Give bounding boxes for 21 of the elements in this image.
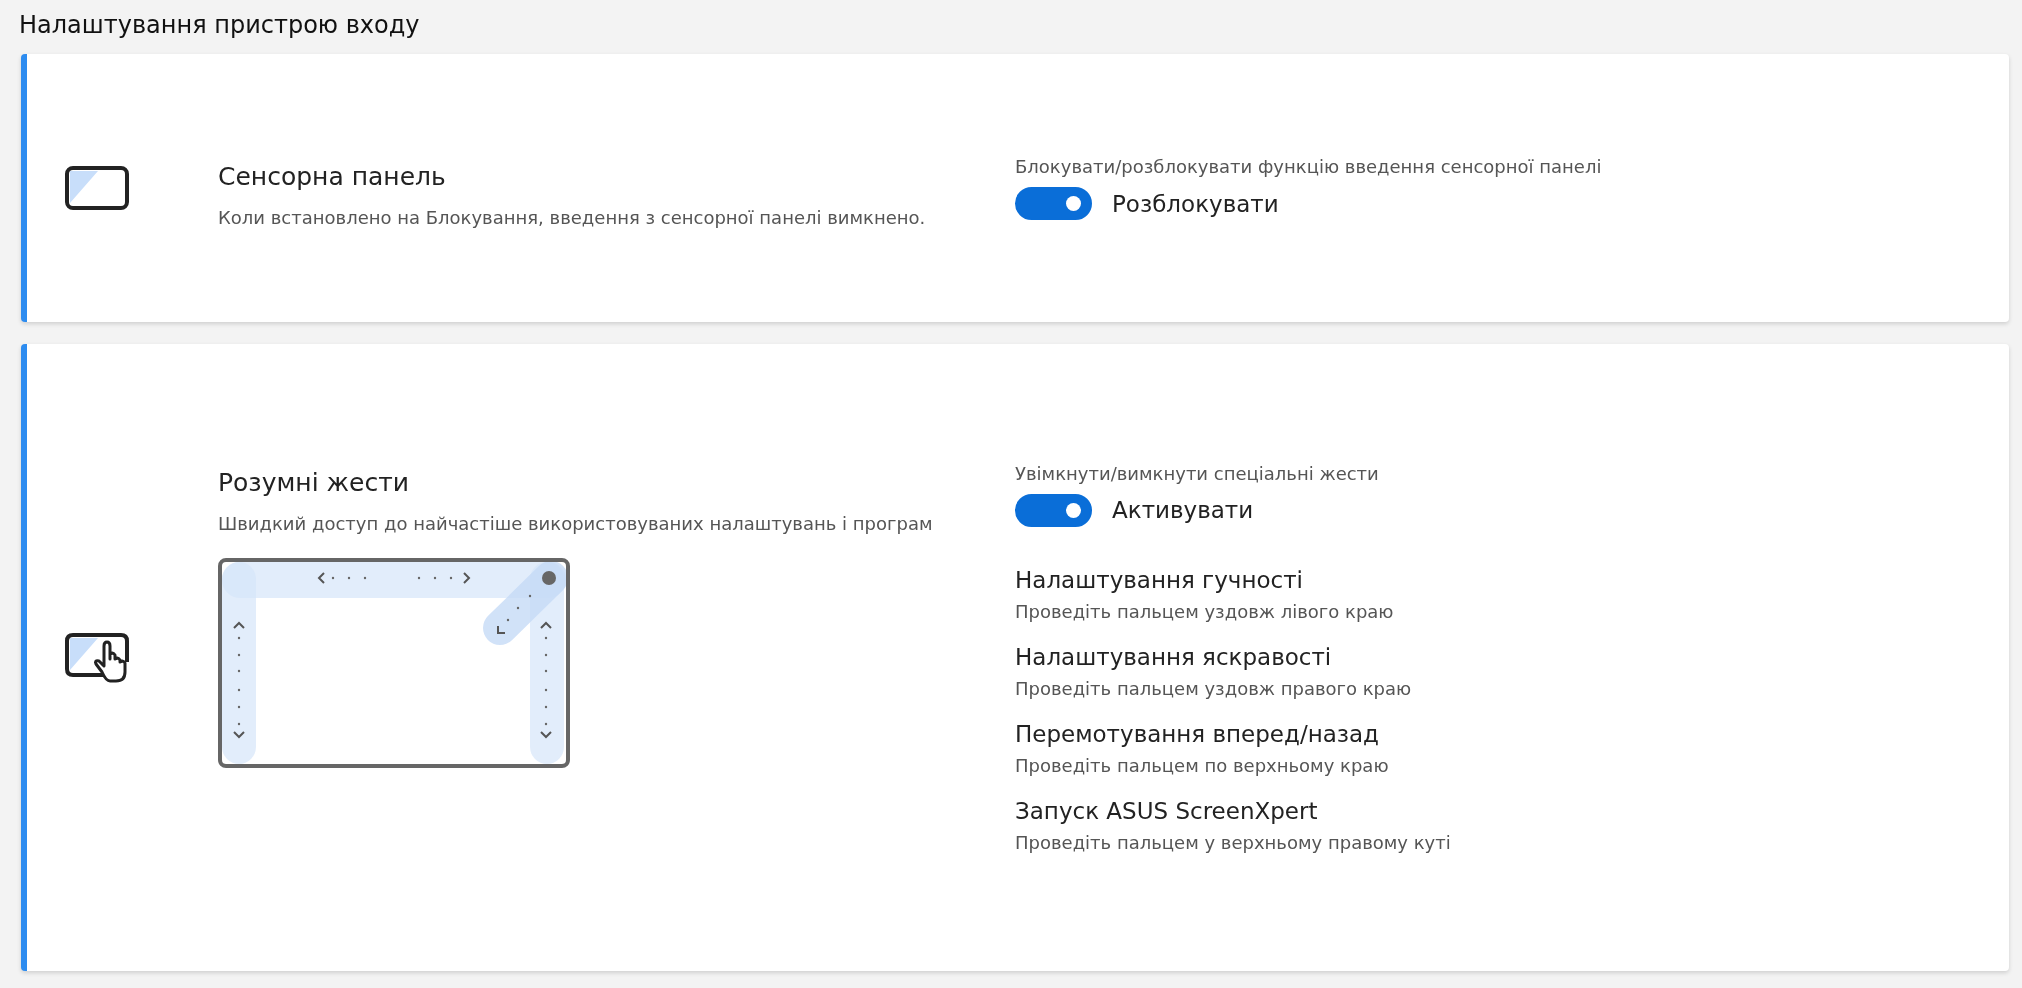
card-description: Коли встановлено на Блокування, введення з сенсорної панелі вимкнено. bbox=[218, 207, 927, 228]
gesture-description: Проведіть пальцем уздовж лівого краю bbox=[1015, 600, 1395, 622]
gesture-title: Налаштування яскравості bbox=[1015, 643, 1333, 670]
toggle-label: Активувати bbox=[1112, 497, 1254, 523]
touchpad-hand-icon bbox=[64, 631, 130, 684]
card-title: Розумні жести bbox=[218, 467, 410, 497]
gesture-description: Проведіть пальцем у верхньому правому куті bbox=[1015, 831, 1452, 853]
card-description: Швидкий доступ до найчастіше використовуваних налаштувань і програм bbox=[218, 512, 934, 534]
gesture-description: Проведіть пальцем уздовж правого краю bbox=[1015, 677, 1413, 699]
touchpad-icon bbox=[64, 165, 130, 211]
toggle-label: Розблокувати bbox=[1112, 190, 1279, 217]
gesture-title: Запуск ASUS ScreenXpert bbox=[1015, 797, 1319, 824]
toggle-caption: Увімкнути/вимкнути спеціальні жести bbox=[1015, 462, 1380, 484]
page-title: Налаштування пристрою входу bbox=[19, 10, 421, 41]
gesture-description: Проведіть пальцем по верхньому краю bbox=[1015, 754, 1390, 776]
gesture-title: Перемотування вперед/назад bbox=[1015, 720, 1380, 747]
card-title: Сенсорна панель bbox=[218, 162, 447, 191]
gesture-title: Налаштування гучності bbox=[1015, 566, 1304, 593]
toggle-caption: Блокувати/розблокувати функцію введення сенсорної панелі bbox=[1015, 156, 1603, 177]
toggle-switch[interactable] bbox=[1015, 493, 1092, 527]
toggle-switch[interactable] bbox=[1015, 187, 1092, 220]
